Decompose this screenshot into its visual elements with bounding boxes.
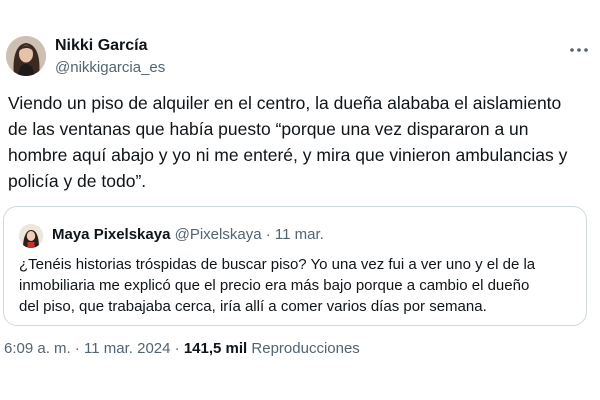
author-handle[interactable]: @nikkigarcia_es: [55, 59, 165, 76]
quote-author-handle[interactable]: @Pixelskaya: [175, 226, 262, 243]
more-horizontal-icon: [570, 48, 588, 52]
tweet-date[interactable]: 11 mar. 2024: [84, 340, 170, 357]
quote-date[interactable]: 11 mar.: [275, 226, 324, 243]
woman-portrait-avatar-icon: [6, 36, 46, 76]
views-label: Reproducciones: [251, 340, 360, 357]
quote-author-avatar-icon: [19, 224, 43, 248]
author-avatar[interactable]: [6, 36, 46, 76]
quote-separator: ·: [261, 226, 275, 243]
quoted-tweet-card[interactable]: Maya Pixelskaya @Pixelskaya · 11 mar. ¿T…: [3, 206, 587, 326]
quote-header: Maya Pixelskaya @Pixelskaya · 11 mar.: [52, 226, 324, 243]
tweet-time[interactable]: 6:09 a. m.: [4, 340, 71, 357]
author-name[interactable]: Nikki García: [55, 37, 148, 55]
views-count: 141,5 mil: [183, 340, 248, 357]
footer-separator: ·: [70, 340, 85, 357]
tweet-text: Viendo un piso de alquiler en el centro,…: [8, 93, 568, 191]
quote-text: ¿Tenéis historias tróspidas de buscar pi…: [19, 256, 536, 315]
quote-author-avatar[interactable]: [19, 224, 43, 248]
tweet: Nikki García @nikkigarcia_es Viendo un p…: [0, 0, 600, 400]
quote-author-name[interactable]: Maya Pixelskaya: [52, 226, 170, 243]
footer-separator: ·: [170, 340, 184, 357]
more-options-button[interactable]: [565, 40, 593, 60]
tweet-footer: 6:09 a. m. · 11 mar. 2024 · 141,5 mil Re…: [4, 340, 360, 357]
